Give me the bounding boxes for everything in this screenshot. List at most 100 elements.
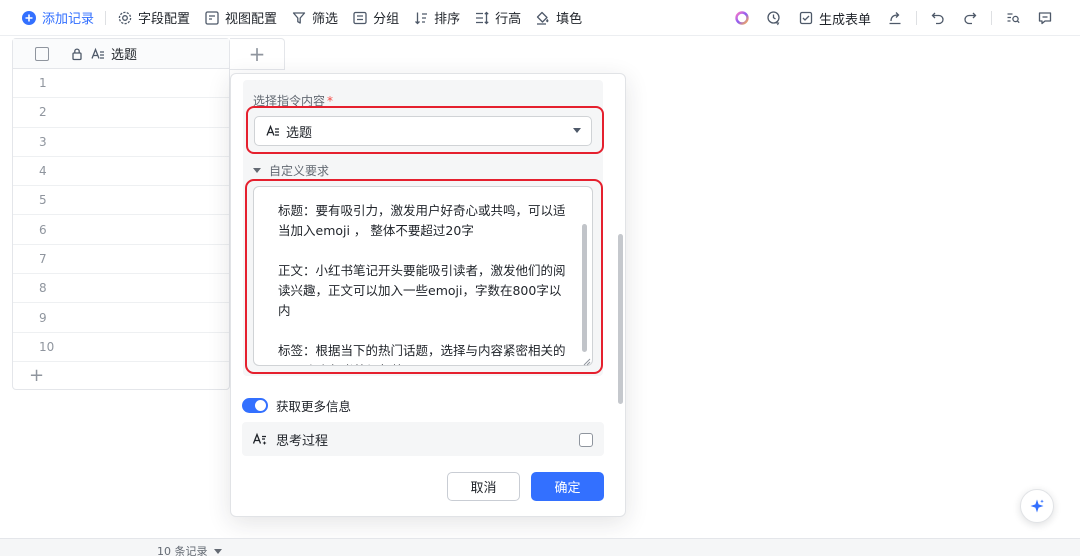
fill-color-button[interactable]: 填色 [528,5,589,31]
clock-bolt-icon [766,10,782,26]
column-header-label: 选题 [111,48,138,63]
table-row[interactable]: 5 [13,186,229,216]
grid-body: 1 2 3 4 5 6 7 8 9 10 [13,69,229,362]
sparkle-icon [1029,498,1045,514]
cancel-button[interactable]: 取消 [447,472,520,501]
sort-icon [413,10,429,26]
group-button[interactable]: 分组 [345,5,406,31]
resize-handle-icon[interactable] [583,355,591,366]
triangle-down-icon [213,548,222,554]
filter-button[interactable]: 筛选 [284,5,345,31]
row-number: 3 [39,134,47,149]
panel-scrollbar[interactable] [618,234,623,404]
add-column-button[interactable]: + [230,38,285,70]
grid-header: 选题 [13,39,229,69]
generate-form-label: 生成表单 [818,12,871,28]
automation-button[interactable] [759,5,789,31]
group-label: 分组 [373,12,400,27]
gear-icon [117,10,133,26]
ai-sparkle-button[interactable] [1020,489,1054,523]
field-config-button[interactable]: 字段配置 [110,5,197,31]
ai-assistant-button[interactable] [727,5,757,31]
lock-icon [69,46,85,62]
row-height-button[interactable]: 行高 [467,5,528,31]
table-row[interactable]: 2 [13,98,229,128]
paint-bucket-icon [535,10,551,26]
undo-button[interactable] [923,5,953,31]
table-row[interactable]: 1 [13,69,229,99]
sort-button[interactable]: 排序 [406,5,467,31]
table-row[interactable]: 8 [13,274,229,304]
switch-knob [255,400,266,411]
add-row-button[interactable]: + [13,362,229,390]
custom-requirements-toggle[interactable]: 自定义要求 [253,162,329,179]
row-height-label: 行高 [495,12,522,27]
row-number: 2 [39,105,47,120]
thinking-process-row: 思考过程 [242,422,604,456]
sort-label: 排序 [434,12,461,27]
add-record-label: 添加记录 [42,12,95,27]
text-sparkle-icon [252,431,268,447]
plus-circle-icon [21,10,37,26]
textarea-scrollbar[interactable] [582,224,587,352]
list-search-icon [1005,10,1021,26]
table-row[interactable]: 4 [13,157,229,187]
redo-button[interactable] [955,5,985,31]
toolbar-divider [105,10,107,25]
column-header-topic[interactable]: 选题 [69,44,137,63]
row-number: 4 [39,164,47,179]
filter-icon [291,10,307,26]
table-row[interactable]: 9 [13,303,229,333]
more-info-row: 获取更多信息 [242,396,351,415]
record-grid: 选题 1 2 3 4 5 6 7 8 9 10 + [12,38,230,390]
content-field-select[interactable]: 选题 [254,116,592,146]
text-field-icon [265,123,281,139]
comment-icon [1037,10,1053,26]
row-height-icon [474,10,490,26]
toolbar-right: 生成表单 [727,0,1060,36]
table-row[interactable]: 6 [13,215,229,245]
row-number: 8 [39,281,47,296]
comment-button[interactable] [1030,5,1060,31]
row-number: 5 [39,193,47,208]
form-check-icon [798,10,814,26]
thinking-process-checkbox[interactable] [579,433,593,447]
view-config-label: 视图配置 [225,12,278,27]
toolbar-divider-right-2 [991,11,992,25]
selected-field-label: 选题 [286,125,313,141]
custom-requirements-textarea[interactable]: 标题：要有吸引力，激发用户好奇心或共鸣，可以适当加入emoji ， 整体不要超过… [253,186,593,366]
row-number: 1 [39,76,47,91]
view-config-button[interactable]: 视图配置 [197,5,284,31]
record-count-dropdown[interactable]: 10 条记录 [157,543,222,556]
status-footer: 10 条记录 [0,538,1080,556]
table-row[interactable]: 10 [13,333,229,362]
share-button[interactable] [880,5,910,31]
row-number: 10 [39,339,55,354]
caret-down-icon [573,128,581,133]
confirm-button[interactable]: 确定 [531,472,604,501]
select-all-checkbox[interactable] [35,46,49,61]
ai-field-config-panel: 选择指令内容 * 选题 自定义要求 标题：要有吸引力，激发用户好奇心或共鸣，可以适… [230,73,626,517]
redo-icon [962,10,978,26]
table-row[interactable]: 7 [13,245,229,275]
search-records-button[interactable] [998,5,1028,31]
row-number: 7 [39,251,47,266]
row-number: 6 [39,222,47,237]
triangle-down-icon [253,168,261,173]
toolbar: 添加记录 字段配置 视图配置 筛选 分组 排序 行高 填色 生成表单 [0,0,1080,36]
row-number: 9 [39,310,47,325]
table-row[interactable]: 3 [13,128,229,157]
text-field-icon [90,46,106,62]
undo-icon [930,10,946,26]
more-info-switch[interactable] [242,398,268,413]
record-count-label: 10 条记录 [157,545,208,556]
thinking-process-label: 思考过程 [276,433,329,449]
toolbar-divider-right [916,11,917,25]
field-config-label: 字段配置 [138,12,191,27]
share-icon [887,10,903,26]
more-info-label: 获取更多信息 [276,399,352,414]
generate-form-button[interactable]: 生成表单 [791,5,878,31]
ai-ring-icon [734,10,750,26]
fill-color-label: 填色 [556,12,583,27]
add-record-button[interactable]: 添加记录 [14,5,101,31]
